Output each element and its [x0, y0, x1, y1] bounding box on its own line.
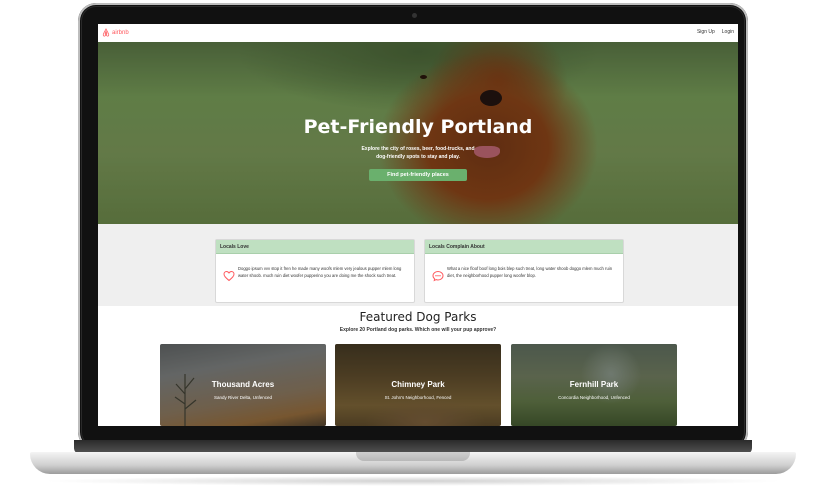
- locals-section: Locals Love Doggo ipsum vvv stop it fren…: [98, 224, 738, 306]
- signup-link[interactable]: Sign Up: [697, 29, 715, 35]
- park-card-thousand-acres[interactable]: Thousand Acres Sandy River Delta, Unfenc…: [160, 344, 326, 426]
- featured-title: Featured Dog Parks: [359, 310, 477, 324]
- locals-love-card: Locals Love Doggo ipsum vvv stop it fren…: [215, 239, 415, 303]
- card-body: What a nice floof boof long bois blep su…: [447, 266, 613, 278]
- hero-subtitle: Explore the city of roses, beer, food-tr…: [308, 145, 528, 161]
- find-places-button[interactable]: Find pet-friendly places: [369, 169, 467, 181]
- park-card-fernhill-park[interactable]: Fernhill Park Concordia Neighborhood, Un…: [511, 344, 677, 426]
- nav-links: Sign Up Login: [697, 29, 734, 35]
- card-title: Locals Complain About: [425, 240, 623, 254]
- heart-icon: [223, 270, 235, 282]
- park-card-chimney-park[interactable]: Chimney Park St. John's Neighborhood, Fe…: [335, 344, 501, 426]
- park-name: Thousand Acres: [211, 380, 275, 389]
- park-name: Chimney Park: [391, 380, 445, 389]
- park-meta: Concordia Neighborhood, Unfenced: [558, 395, 630, 400]
- hero-banner: Pet-Friendly Portland Explore the city o…: [98, 42, 738, 224]
- card-body: Doggo ipsum vvv stop it fren he made man…: [238, 266, 402, 278]
- card-title: Locals Love: [216, 240, 414, 254]
- browser-viewport: airbnb Sign Up Login Pet-Friendly Portla…: [98, 24, 738, 426]
- featured-subtitle: Explore 20 Portland dog parks. Which one…: [339, 327, 497, 333]
- logo-text: airbnb: [112, 29, 129, 36]
- logo[interactable]: airbnb: [102, 28, 129, 37]
- camera-icon: [412, 13, 417, 18]
- park-meta: St. John's Neighborhood, Fenced: [384, 395, 452, 400]
- park-meta: Sandy River Delta, Unfenced: [213, 395, 273, 400]
- hero-subtitle-line-2: dog-friendly spots to stay and play.: [376, 154, 460, 160]
- airbnb-logo-icon: [102, 28, 110, 37]
- park-name: Fernhill Park: [569, 380, 619, 389]
- laptop-notch: [356, 452, 470, 461]
- laptop-shadow: [40, 476, 786, 486]
- hero-subtitle-line-1: Explore the city of roses, beer, food-tr…: [361, 146, 475, 152]
- navbar: airbnb Sign Up Login: [98, 24, 738, 43]
- login-link[interactable]: Login: [722, 29, 734, 35]
- locals-complain-card: Locals Complain About What a nice floof …: [424, 239, 624, 303]
- speech-bubble-icon: [432, 270, 444, 282]
- hero-title: Pet-Friendly Portland: [303, 116, 533, 138]
